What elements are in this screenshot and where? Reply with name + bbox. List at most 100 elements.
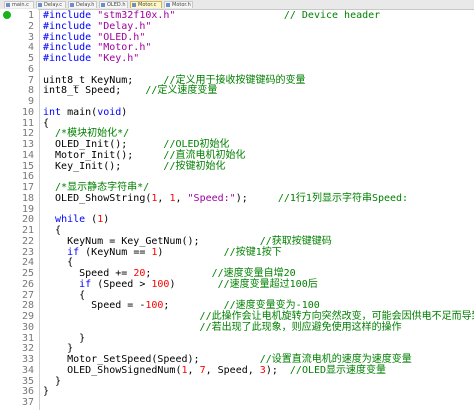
- code-text[interactable]: Motor_SetSpeed(Speed); //设置直流电机的速度为速度变量: [43, 354, 412, 365]
- code-line[interactable]: 3 #include "OLED.h": [0, 32, 474, 43]
- code-line[interactable]: 25 Speed += 20; //速度变量自增20: [0, 268, 474, 279]
- tab-label: Delay.c: [44, 2, 62, 8]
- code-text[interactable]: Speed += 20; //速度变量自增20: [43, 268, 296, 279]
- code-line[interactable]: 31 }: [0, 333, 474, 344]
- code-line[interactable]: 22 KeyNum = Key_GetNum(); //获取按键键码: [0, 236, 474, 247]
- code-text[interactable]: }: [43, 386, 49, 397]
- code-text[interactable]: int main(void): [43, 107, 127, 118]
- tab-motor-c[interactable]: Motor.c: [130, 1, 162, 8]
- code-text[interactable]: #include "stm32f10x.h" // Device header: [43, 10, 380, 21]
- code-line[interactable]: 36}: [0, 386, 474, 397]
- code-text[interactable]: OLED_Init(); //OLED初始化: [43, 139, 230, 150]
- code-text[interactable]: Key_Init(); //按键初始化: [43, 161, 225, 172]
- code-editor[interactable]: 1 #include "stm32f10x.h" // Device header…: [0, 9, 474, 410]
- file-icon: [38, 3, 42, 7]
- code-text[interactable]: OLED_ShowString(1, 1, "Speed:"); //1行1列显…: [43, 193, 408, 204]
- code-line[interactable]: 35 }: [0, 376, 474, 387]
- code-line[interactable]: 37: [0, 397, 474, 408]
- code-line[interactable]: 28 Speed = -100; //速度变量变为-100: [0, 300, 474, 311]
- line-number: 32: [21, 343, 34, 355]
- tab-delay-c[interactable]: Delay.c: [36, 1, 66, 8]
- code-text[interactable]: Speed = -100; //速度变量变为-100: [43, 300, 320, 311]
- code-token: ): [121, 106, 128, 118]
- keyword-token: void: [97, 106, 122, 118]
- string-token: "stm32f10x.h": [97, 10, 176, 21]
- code-text[interactable]: int8_t Speed; //定义速度变量: [43, 85, 217, 96]
- code-text[interactable]: #include "Motor.h": [43, 42, 151, 53]
- code-line[interactable]: 24 {: [0, 257, 474, 268]
- line-number: 8: [27, 85, 34, 97]
- code-token: }: [43, 386, 50, 398]
- tab-delay-h[interactable]: Delay.h: [68, 1, 97, 8]
- code-line[interactable]: 23 if (KeyNum == 1) //按键1按下: [0, 247, 474, 258]
- code-line[interactable]: 32 }: [0, 343, 474, 354]
- code-text[interactable]: {: [43, 225, 61, 236]
- code-text[interactable]: {: [43, 257, 73, 268]
- code-line[interactable]: 9: [0, 96, 474, 107]
- code-text[interactable]: /*显示静态字符串*/: [43, 182, 149, 193]
- code-line[interactable]: 17 /*显示静态字符串*/: [0, 182, 474, 193]
- code-line[interactable]: 33 Motor_SetSpeed(Speed); //设置直流电机的速度为速度…: [0, 354, 474, 365]
- code-line[interactable]: 14 Motor_Init(); //直流电机初始化: [0, 150, 474, 161]
- code-text[interactable]: //若出现了此现象，则应避免使用这样的操作: [43, 322, 402, 333]
- code-line[interactable]: 7 uint8_t KeyNum; //定义用于接收按键键码的变量: [0, 75, 474, 86]
- code-line[interactable]: 21 {: [0, 225, 474, 236]
- code-line[interactable]: 20 while (1): [0, 214, 474, 225]
- code-line[interactable]: 11 {: [0, 118, 474, 129]
- code-token: Speed = -: [43, 300, 146, 312]
- code-token: OLED_ShowSignedNum(: [43, 364, 182, 376]
- code-text[interactable]: OLED_ShowSignedNum(1, 7, Speed, 3); //OL…: [43, 365, 386, 376]
- code-text[interactable]: if (KeyNum == 1) //按键1按下: [43, 247, 282, 258]
- code-line[interactable]: 8 int8_t Speed; //定义速度变量: [0, 85, 474, 96]
- keyword-token: while: [55, 214, 86, 226]
- code-line[interactable]: 5 #include "Key.h": [0, 53, 474, 64]
- code-line[interactable]: 10 int main(void): [0, 107, 474, 118]
- code-line[interactable]: 2 #include "Delay.h": [0, 21, 474, 32]
- code-line[interactable]: 1 #include "stm32f10x.h" // Device header: [0, 10, 474, 21]
- code-text[interactable]: //此操作会让电机旋转方向突然改变，可能会因供电不足而导致单: [43, 311, 474, 322]
- breakpoint-marker-icon[interactable]: [3, 11, 11, 19]
- code-token: Motor_SetSpeed(Speed);: [43, 354, 260, 365]
- tab-main-c[interactable]: main.c: [4, 1, 34, 8]
- line-number: 36: [21, 386, 34, 398]
- code-text[interactable]: while (1): [43, 214, 109, 225]
- code-line[interactable]: 18 OLED_ShowString(1, 1, "Speed:"); //1行…: [0, 193, 474, 204]
- code-line[interactable]: 19: [0, 204, 474, 215]
- code-line[interactable]: 13 OLED_Init(); //OLED初始化: [0, 139, 474, 150]
- code-line[interactable]: 26 if (Speed > 100) //速度变量超过100后: [0, 279, 474, 290]
- code-text[interactable]: }: [43, 333, 85, 344]
- code-line[interactable]: 34 OLED_ShowSignedNum(1, 7, Speed, 3); /…: [0, 365, 474, 376]
- code-text[interactable]: #include "OLED.h": [43, 32, 145, 43]
- code-text[interactable]: #include "Key.h": [43, 53, 139, 64]
- code-line[interactable]: 15 Key_Init(); //按键初始化: [0, 161, 474, 172]
- tab-motor-h[interactable]: Motor.h: [164, 1, 193, 8]
- code-text[interactable]: Motor_Init(); //直流电机初始化: [43, 150, 245, 161]
- code-line[interactable]: 27 {: [0, 290, 474, 301]
- code-line[interactable]: 6: [0, 64, 474, 75]
- code-token: Speed +=: [43, 268, 134, 279]
- code-token: }: [43, 343, 74, 355]
- code-token: ;: [145, 268, 212, 279]
- tab-label: Motor.c: [138, 2, 157, 8]
- code-text[interactable]: /*模块初始化*/: [43, 128, 129, 139]
- code-text[interactable]: }: [43, 343, 73, 354]
- tab-label: main.c: [12, 2, 29, 8]
- comment-token: //设置直流电机的速度为速度变量: [259, 354, 412, 365]
- code-text[interactable]: uint8_t KeyNum; //定义用于接收按键键码的变量: [43, 75, 305, 86]
- code-line[interactable]: 12 /*模块初始化*/: [0, 128, 474, 139]
- code-line[interactable]: 30 //若出现了此现象，则应避免使用这样的操作: [0, 322, 474, 333]
- number-token: 20: [133, 268, 146, 279]
- line-number: 6: [27, 63, 34, 75]
- code-line[interactable]: 4 #include "Motor.h": [0, 42, 474, 53]
- code-text[interactable]: KeyNum = Key_GetNum(); //获取按键键码: [43, 236, 332, 247]
- code-text[interactable]: {: [43, 290, 85, 301]
- line-number: 10: [21, 106, 34, 118]
- code-text[interactable]: {: [43, 118, 49, 129]
- code-line[interactable]: 16: [0, 171, 474, 182]
- code-line[interactable]: 29 //此操作会让电机旋转方向突然改变，可能会因供电不足而导致单: [0, 311, 474, 322]
- code-text[interactable]: #include "Delay.h": [43, 21, 151, 32]
- tab-oled-h[interactable]: OLED.h: [99, 1, 128, 8]
- code-text[interactable]: }: [43, 376, 61, 387]
- code-text[interactable]: if (Speed > 100) //速度变量超过100后: [43, 279, 318, 290]
- comment-token: //获取按键键码: [259, 235, 332, 247]
